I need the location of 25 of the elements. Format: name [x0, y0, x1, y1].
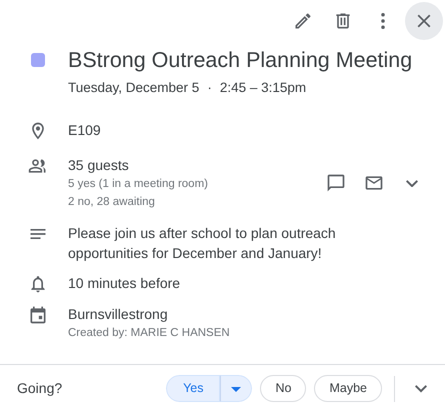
location-text: E109 — [68, 121, 102, 140]
guests-detail: 5 yes (1 in a meeting room) — [68, 177, 209, 192]
chevron-down-icon — [406, 180, 418, 187]
event-date: Tuesday, December 5 — [68, 79, 200, 97]
guests-detail: 2 no, 28 awaiting — [68, 195, 156, 210]
reminder-text: 10 minutes before — [68, 274, 182, 294]
rsvp-dropdown-button[interactable] — [220, 375, 252, 402]
close-button[interactable] — [405, 2, 443, 40]
more-icon — [381, 13, 385, 29]
rsvp-button[interactable]: Maybe — [314, 375, 382, 402]
separator-dot: · — [207, 79, 212, 97]
rsvp-button[interactable]: No — [260, 375, 306, 402]
calendar-detail: Created by: MARIE C HANSEN — [68, 326, 231, 342]
event-time: 2:45 – 3:15pm — [220, 79, 306, 97]
caret-icon — [231, 386, 242, 392]
guests-text: 35 guests — [68, 156, 130, 176]
calendar-text: Burnsvillestrong — [68, 305, 169, 324]
pencil-icon — [293, 11, 313, 31]
calendar-icon — [28, 305, 48, 326]
event-title: BStrong Outreach Planning Meeting — [68, 47, 412, 74]
going-label: Going? — [17, 379, 62, 398]
description-text: Please join us after school to plan outreach opportunities for December and January! — [68, 224, 337, 264]
rsvp-button[interactable]: Yes — [166, 375, 220, 402]
chat-bubble-icon — [326, 173, 346, 194]
chevron-down-icon — [415, 385, 427, 392]
